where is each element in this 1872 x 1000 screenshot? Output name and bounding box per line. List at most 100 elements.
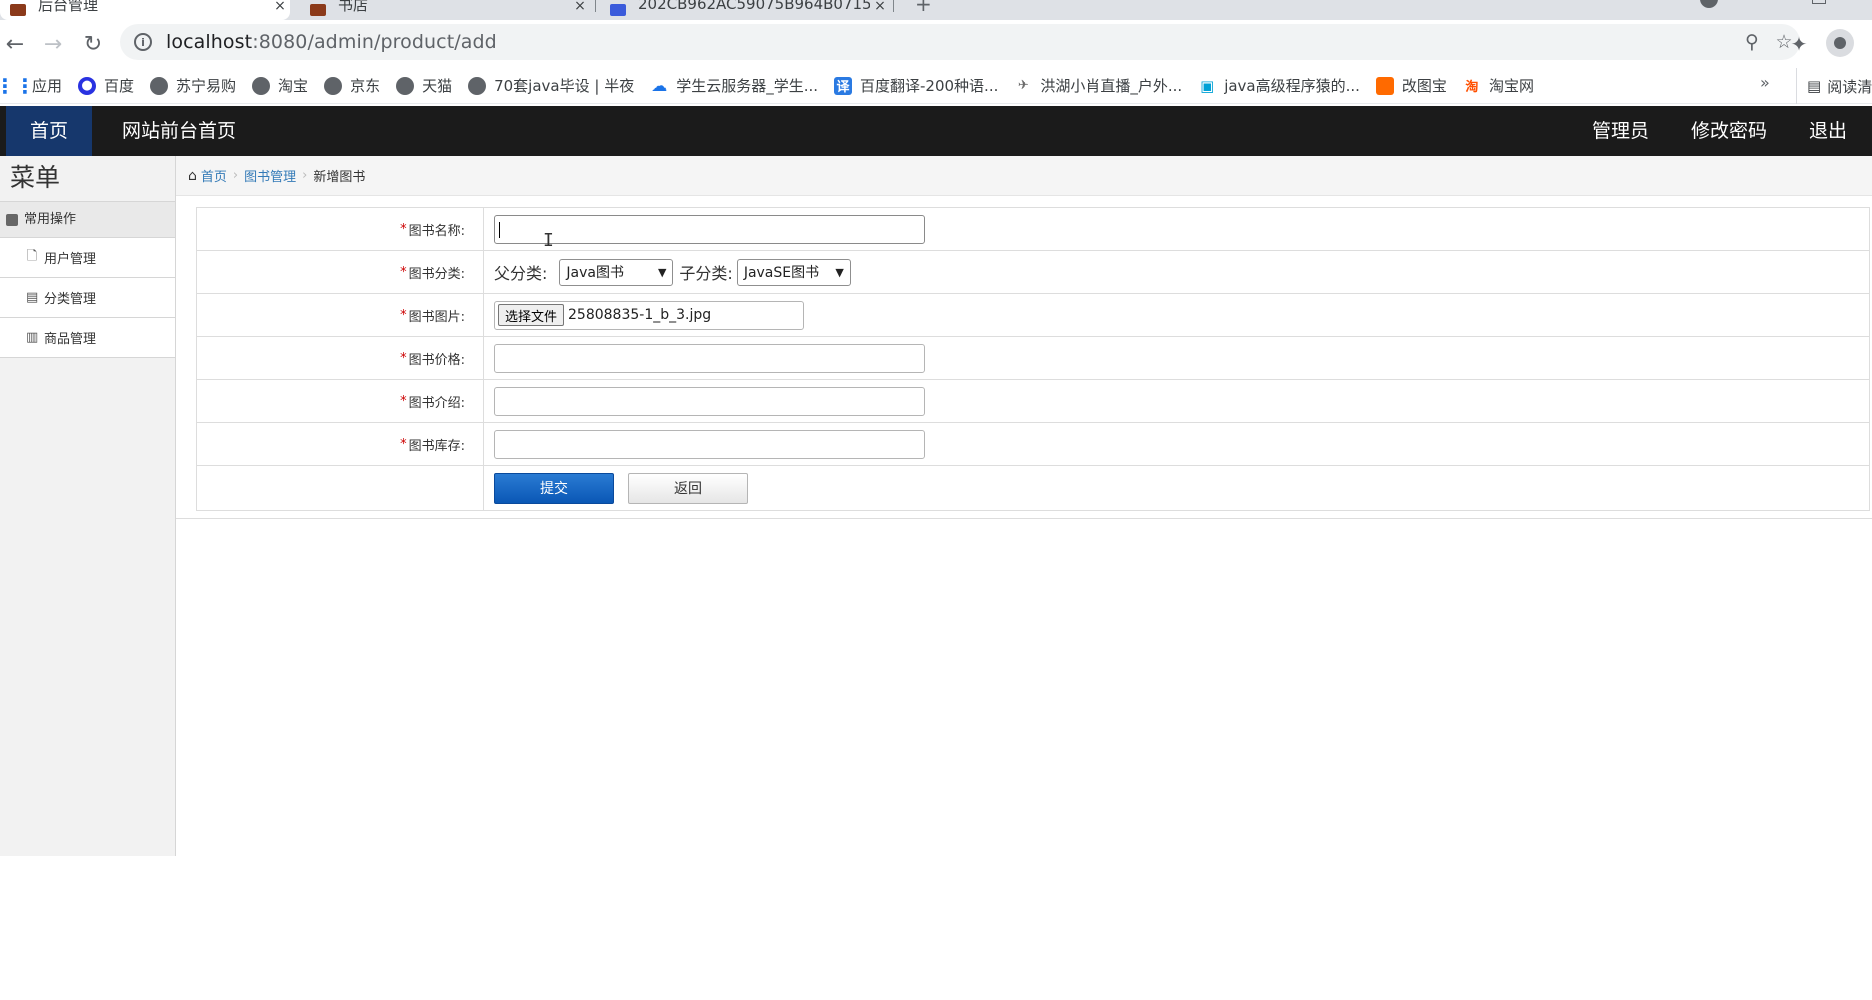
main-content: ⌂ 首页 › 图书管理 › 新增图书 * 图书名称: * 图书分类: 父分类: Ja… [176,156,1872,519]
nav-logout[interactable]: 退出 [1791,106,1865,156]
home-icon: ⌂ [188,167,197,184]
bookmark-java-projects[interactable]: 70套java毕设 | 半夜 [462,72,644,100]
sidebar-item-users[interactable]: 🗋 用户管理 [0,238,175,278]
list-icon: ▤ [26,290,39,305]
sidebar-item-categories[interactable]: ▤ 分类管理 [0,278,175,318]
bookmark-label: 洪湖小肖直播_户外... [1040,77,1183,95]
form-row-image: * 图书图片: 选择文件 25808835-1_b_3.jpg [197,294,1869,337]
globe-icon [396,76,415,95]
bookmark-student-cloud[interactable]: ☁ 学生云服务器_学生... [644,72,828,100]
back-button[interactable]: 返回 [628,472,748,504]
sidebar-group-common[interactable]: 常用操作 [0,202,175,238]
minimize-icon[interactable] [1812,0,1826,4]
address-bar[interactable]: i localhost:8080/admin/product/add ⚲ ☆ [120,24,1800,60]
back-button[interactable]: ← [0,29,30,59]
nav-home[interactable]: 首页 [6,106,92,156]
translate-icon: 译 [834,76,853,95]
bookmark-gaitubao[interactable]: 改图宝 [1370,72,1457,100]
tab-admin[interactable]: 后台管理 × [0,0,290,20]
required-mark: * [400,307,407,323]
bookmarks-overflow-button[interactable]: » [1760,73,1770,92]
close-icon[interactable]: × [870,0,890,14]
bookstore-favicon-icon [310,4,326,16]
url-text[interactable]: localhost:8080/admin/product/add [166,31,497,53]
breadcrumb-separator: › [232,168,239,183]
book-intro-input[interactable] [494,386,925,416]
book-stock-input[interactable] [494,429,925,459]
zoom-icon[interactable]: ⚲ [1736,31,1768,53]
tab-separator [893,0,894,12]
baidu-icon: ● [78,76,97,95]
bookmark-live[interactable]: ✈ 洪湖小肖直播_户外... [1008,72,1192,100]
chevron-down-icon: ▼ [835,265,844,279]
generic-favicon-icon [610,4,626,16]
apps-icon: ⋮⋮ [0,73,35,98]
form-label: * 图书图片: [197,294,484,336]
nav-admin-user[interactable]: 管理员 [1574,106,1667,156]
new-tab-button[interactable]: + [915,0,932,16]
file-icon: 🗋 [26,248,38,264]
reload-button[interactable]: ↻ [78,29,108,59]
tab-bookstore[interactable]: 书店 × [300,0,590,20]
form-row-name: * 图书名称: [197,208,1869,251]
url-host: localhost [166,31,253,53]
tab-search-icon[interactable] [1700,0,1718,8]
form-label: * 图书库存: [197,423,484,465]
bookmark-jd[interactable]: 京东 [318,72,390,100]
extensions-icon[interactable]: ✦ [1784,29,1814,59]
form-row-actions: 提交 返回 [197,466,1869,510]
reading-list-icon: ▤ [1807,77,1822,95]
child-category-label: 子分类: [679,264,733,283]
sidebar-title: 菜单 [0,156,175,202]
bookmark-label: 淘宝网 [1488,77,1534,95]
profile-avatar-icon[interactable] [1826,29,1854,57]
label-text: 图书库存: [408,438,465,454]
sidebar: 菜单 常用操作 🗋 用户管理 ▤ 分类管理 ▥ 商品管理 [0,156,176,856]
bookmark-label: 苏宁易购 [176,77,237,95]
close-icon[interactable]: × [570,0,590,14]
bookmark-baidu[interactable]: ● 百度 [72,72,144,100]
submit-button[interactable]: 提交 [494,472,614,504]
book-price-input[interactable] [494,343,925,373]
bookmark-suning[interactable]: 苏宁易购 [144,72,246,100]
parent-category-select[interactable]: Java图书 ▼ [559,258,674,286]
sidebar-item-products[interactable]: ▥ 商品管理 [0,318,175,358]
books-icon: ▥ [26,330,39,345]
bookmark-baidu-translate[interactable]: 译百度翻译-200种语... [828,72,1008,100]
child-category-select[interactable]: JavaSE图书 ▼ [736,258,851,286]
chevron-down-icon: ▼ [657,265,667,279]
form-row-price: * 图书价格: [197,337,1869,380]
site-info-icon[interactable]: i [134,33,152,51]
tab-separator [595,0,596,12]
bookmark-label: 天猫 [422,77,453,95]
bookmark-apps[interactable]: ⋮⋮ 应用 [0,72,72,100]
bookmark-label: 70套java毕设 | 半夜 [494,77,635,95]
form-label: * 图书名称: [197,208,484,250]
content-divider [176,518,1872,519]
bookmark-tmall[interactable]: 天猫 [390,72,462,100]
live-icon: ✈ [1017,78,1029,93]
form-field [484,208,1869,250]
tab-title: 书店 [338,0,369,14]
breadcrumb-book-management[interactable]: 图书管理 [244,166,296,185]
reading-list-button[interactable]: ▤ 阅读清单 [1796,68,1872,104]
close-icon[interactable]: × [270,0,290,14]
label-text: 图书名称: [408,223,465,239]
required-mark: * [400,264,407,280]
globe-icon [150,76,169,95]
book-image-file-input[interactable]: 选择文件 25808835-1_b_3.jpg [494,300,804,330]
label-text: 图书介绍: [408,395,465,411]
nav-change-password[interactable]: 修改密码 [1673,106,1785,156]
bookmark-bilibili[interactable]: ▣ java高级程序猿的... [1192,72,1370,100]
book-name-input[interactable] [494,214,925,244]
bookmark-taobao[interactable]: 淘宝 [246,72,318,100]
breadcrumb-home[interactable]: 首页 [201,166,227,185]
bookmark-taobao-net[interactable]: 淘淘宝网 [1457,72,1544,100]
tab-hash[interactable]: 202CB962AC59075B964B07152 × [600,0,890,20]
add-book-form: * 图书名称: * 图书分类: 父分类: Java图书 ▼ 子分类: JavaSE图书… [196,207,1870,511]
choose-file-button[interactable]: 选择文件 [498,304,565,326]
forward-button[interactable]: → [38,29,68,59]
nav-frontend-home[interactable]: 网站前台首页 [104,106,254,156]
label-text: 图书图片: [408,309,465,325]
required-mark: * [400,350,407,366]
